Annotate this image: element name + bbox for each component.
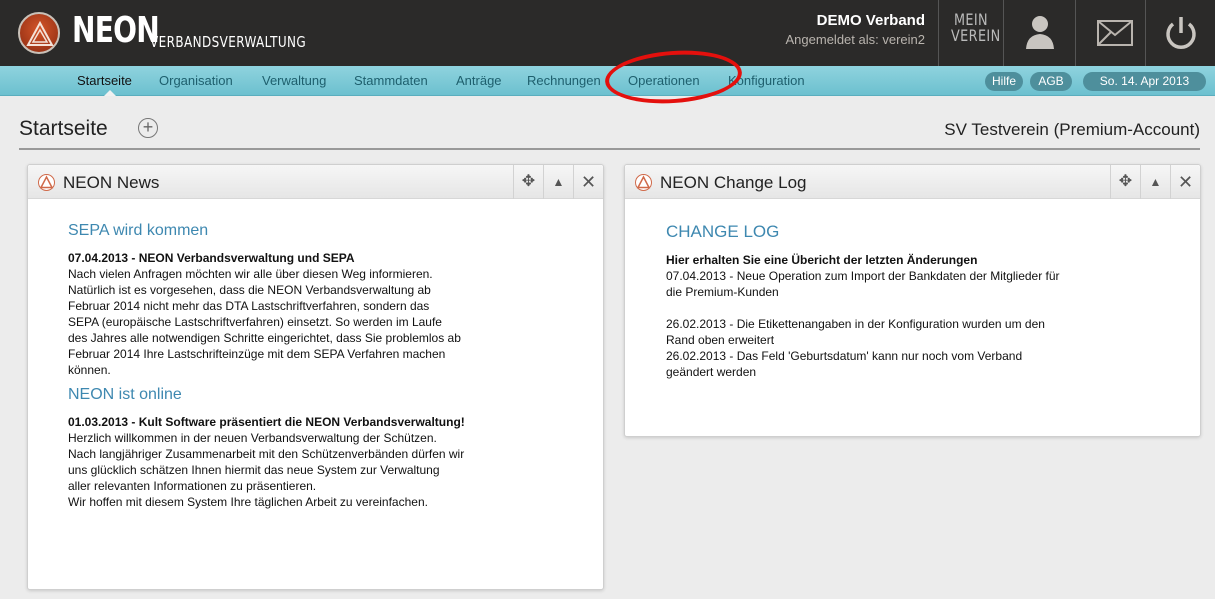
collapse-icon[interactable]: ▲ — [543, 165, 573, 199]
mail-icon[interactable] — [1097, 20, 1133, 51]
widget-title: NEON Change Log — [660, 173, 807, 192]
news-post-text: Herzlich willkommen in der neuen Verband… — [68, 431, 465, 509]
close-icon[interactable]: ✕ — [1170, 165, 1200, 199]
neon-logo-icon — [38, 174, 55, 191]
widget-body: SEPA wird kommen 07.04.2013 - NEON Verba… — [68, 222, 573, 510]
account-name: SV Testverein (Premium-Account) — [944, 120, 1200, 139]
brand-subtitle: VERBANDSVERWALTUNG — [150, 33, 307, 51]
divider — [938, 0, 939, 66]
active-nav-indicator — [104, 90, 116, 96]
user-icon[interactable] — [1022, 13, 1058, 56]
changelog-intro: Hier erhalten Sie eine Übericht der letz… — [666, 253, 978, 267]
neon-logo-icon[interactable] — [18, 12, 60, 54]
changelog-heading: CHANGE LOG — [666, 222, 780, 241]
news-post-headline: 07.04.2013 - NEON Verbandsverwaltung und… — [68, 251, 355, 265]
nav-item-rechnungen[interactable]: Rechnungen — [527, 73, 601, 88]
nav-item-startseite[interactable]: Startseite — [77, 73, 132, 88]
nav-item-organisation[interactable]: Organisation — [159, 73, 233, 88]
changelog-entry: 07.04.2013 - Neue Operation zum Import d… — [666, 269, 1060, 299]
changelog-widget: NEON Change Log ✥ ▲ ✕ CHANGE LOG Hier er… — [624, 164, 1201, 437]
neon-logo-icon — [635, 174, 652, 191]
widget-title: NEON News — [63, 173, 160, 192]
divider — [1075, 0, 1076, 66]
add-widget-button[interactable]: + — [138, 118, 158, 138]
help-button[interactable]: Hilfe — [985, 72, 1023, 91]
page-title: Startseite — [19, 117, 108, 140]
widget-header: NEON Change Log ✥ ▲ ✕ — [625, 165, 1200, 199]
agb-button[interactable]: AGB — [1030, 72, 1072, 91]
nav-item-verwaltung[interactable]: Verwaltung — [262, 73, 326, 88]
move-icon[interactable]: ✥ — [1110, 165, 1140, 199]
divider — [1003, 0, 1004, 66]
move-icon[interactable]: ✥ — [513, 165, 543, 199]
changelog-entry: 26.02.2013 - Die Etikettenangaben in der… — [666, 317, 1045, 347]
news-widget: NEON News ✥ ▲ ✕ SEPA wird kommen 07.04.2… — [27, 164, 604, 590]
top-header: NEON VERBANDSVERWALTUNG DEMO Verband Ang… — [0, 0, 1215, 66]
organisation-name: DEMO Verband — [816, 12, 925, 29]
date-badge: So. 14. Apr 2013 — [1083, 72, 1206, 91]
title-divider — [19, 148, 1200, 150]
nav-item-antraege[interactable]: Anträge — [456, 73, 502, 88]
close-icon[interactable]: ✕ — [573, 165, 603, 199]
news-post-headline: 01.03.2013 - Kult Software präsentiert d… — [68, 415, 465, 429]
divider — [1145, 0, 1146, 66]
widget-header: NEON News ✥ ▲ ✕ — [28, 165, 603, 199]
changelog-entry: 26.02.2013 - Das Feld 'Geburtsdatum' kan… — [666, 349, 1023, 379]
nav-item-stammdaten[interactable]: Stammdaten — [354, 73, 428, 88]
news-post-title[interactable]: NEON ist online — [68, 386, 573, 404]
news-post-title[interactable]: SEPA wird kommen — [68, 222, 573, 240]
news-post-text: Nach vielen Anfragen möchten wir alle üb… — [68, 267, 461, 377]
mein-verein-button[interactable]: MEIN VEREIN — [951, 12, 1000, 44]
login-info: Angemeldet als: verein2 — [785, 32, 925, 47]
widget-body: CHANGE LOG Hier erhalten Sie eine Überic… — [666, 222, 1170, 380]
power-icon[interactable] — [1163, 14, 1199, 57]
brand-name: NEON — [72, 10, 160, 51]
collapse-icon[interactable]: ▲ — [1140, 165, 1170, 199]
